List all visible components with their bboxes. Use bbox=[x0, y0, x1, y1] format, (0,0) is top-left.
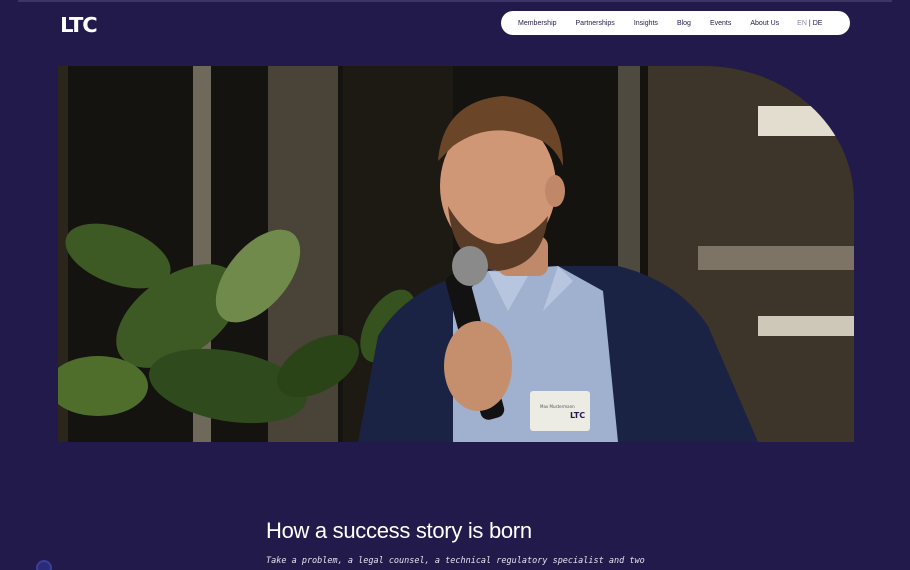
top-divider bbox=[18, 0, 892, 2]
nav-item-partnerships[interactable]: Partnerships bbox=[576, 20, 615, 27]
section-heading: How a success story is born bbox=[266, 518, 532, 543]
lang-en-link[interactable]: EN bbox=[797, 20, 807, 27]
nav-item-blog[interactable]: Blog bbox=[677, 20, 691, 27]
hero-photo-illustration: LTC Max Mustermann bbox=[58, 66, 854, 442]
main-nav: Membership Partnerships Insights Blog Ev… bbox=[501, 11, 850, 35]
nav-item-about-us[interactable]: About Us bbox=[750, 20, 779, 27]
nav-item-events[interactable]: Events bbox=[710, 20, 731, 27]
nav-item-membership[interactable]: Membership bbox=[518, 20, 557, 27]
nav-item-insights[interactable]: Insights bbox=[634, 20, 658, 27]
lang-separator: | bbox=[808, 19, 811, 27]
brand-logo[interactable]: LTC bbox=[60, 13, 98, 37]
cookie-settings-icon[interactable] bbox=[36, 560, 52, 570]
name-badge-name: Max Mustermann bbox=[540, 404, 575, 409]
lang-de-link[interactable]: DE bbox=[813, 20, 823, 27]
section-intro-text: Take a problem, a legal counsel, a techn… bbox=[266, 556, 645, 566]
name-badge-logo: LTC bbox=[570, 411, 585, 420]
language-switcher: EN | DE bbox=[797, 20, 822, 27]
hero-image: LTC Max Mustermann bbox=[58, 66, 854, 442]
